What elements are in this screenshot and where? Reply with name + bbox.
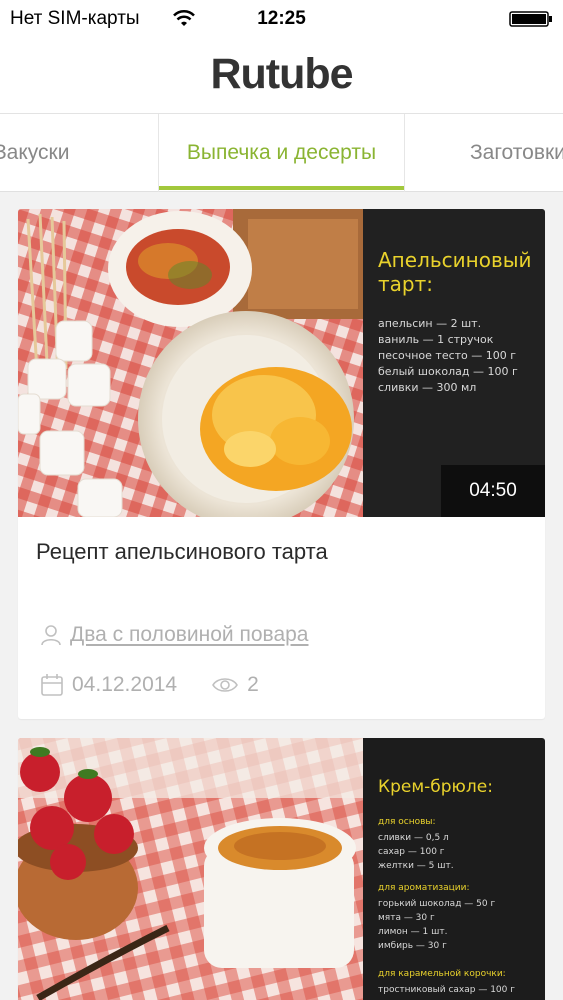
ingredient-line: желтки — 5 шт. bbox=[378, 861, 454, 871]
active-tab-indicator bbox=[159, 186, 404, 190]
video-meta: 04.12.2014 2 bbox=[40, 673, 259, 697]
status-bar: Нет SIM-карты 12:25 bbox=[0, 0, 563, 38]
clock: 12:25 bbox=[257, 8, 306, 29]
ingredient-line: горький шоколад — 50 г bbox=[378, 899, 495, 909]
video-duration: 04:50 bbox=[441, 465, 545, 517]
board-title-1: Апельсиновый bbox=[378, 248, 532, 272]
video-thumbnail[interactable]: Крем-брюле: для основы: сливки — 0,5 л с… bbox=[18, 738, 545, 1000]
ingredient-line: мята — 30 г bbox=[378, 913, 435, 923]
board-title-1: Крем-брюле: bbox=[378, 777, 493, 797]
ingredient-line: белый шоколад — 100 г bbox=[378, 365, 518, 378]
eye-icon bbox=[211, 674, 239, 696]
ingredient-line: ваниль — 1 стручок bbox=[378, 333, 494, 346]
board-section-heading: для ароматизации: bbox=[378, 883, 470, 893]
rutube-logo: Rutube bbox=[210, 50, 353, 98]
video-title[interactable]: Рецепт апельсинового тарта bbox=[36, 539, 328, 565]
video-thumbnail[interactable]: Апельсиновый тарт: апельсин — 2 шт. вани… bbox=[18, 209, 545, 517]
board-section-heading: для основы: bbox=[378, 817, 436, 827]
user-icon bbox=[40, 624, 62, 646]
upload-date: 04.12.2014 bbox=[72, 673, 178, 696]
ingredient-line: апельсин — 2 шт. bbox=[378, 317, 481, 330]
app-header: Rutube bbox=[0, 38, 563, 114]
ingredient-line: тростниковый сахар — 100 г bbox=[378, 985, 515, 995]
ingredient-line: имбирь — 30 г bbox=[378, 941, 447, 951]
battery-icon bbox=[509, 11, 553, 27]
tab-label: Выпечка и десерты bbox=[186, 141, 377, 164]
tab-preserves[interactable]: Заготовки bbox=[470, 114, 563, 192]
video-card[interactable]: Апельсиновый тарт: апельсин — 2 шт. вани… bbox=[18, 209, 545, 719]
tab-snacks[interactable]: Закуски bbox=[0, 114, 69, 192]
category-tabs: Закуски Выпечка и десерты Заготовки bbox=[0, 114, 563, 192]
board-section-heading: для карамельной корочки: bbox=[378, 969, 506, 979]
board-title-2: тарт: bbox=[378, 272, 433, 296]
ingredient-line: песочное тесто — 100 г bbox=[378, 349, 516, 362]
view-count: 2 bbox=[247, 673, 259, 696]
author-link[interactable]: Два с половиной повара bbox=[40, 623, 309, 647]
thumbnail-image: Крем-брюле: для основы: сливки — 0,5 л с… bbox=[18, 738, 545, 1000]
tab-baking-desserts[interactable]: Выпечка и десерты bbox=[158, 114, 405, 192]
author-name: Два с половиной повара bbox=[70, 623, 309, 646]
ingredient-line: сливки — 0,5 л bbox=[378, 833, 449, 843]
ingredient-line: лимон — 1 шт. bbox=[378, 927, 447, 937]
ingredient-line: сливки — 300 мл bbox=[378, 381, 476, 394]
calendar-icon bbox=[40, 673, 64, 697]
ingredient-line: сахар — 100 г bbox=[378, 847, 445, 857]
video-card[interactable]: Крем-брюле: для основы: сливки — 0,5 л с… bbox=[18, 738, 545, 1000]
